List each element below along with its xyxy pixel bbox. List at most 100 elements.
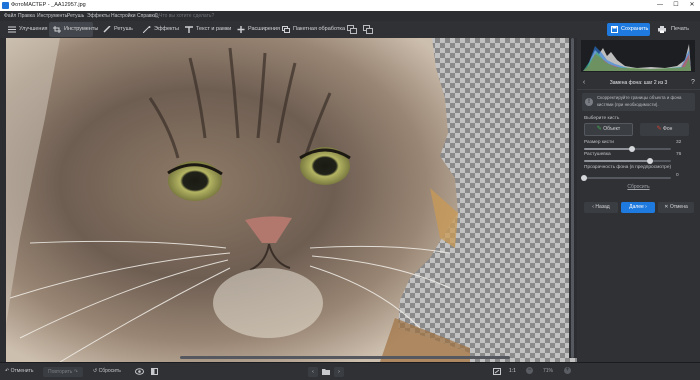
- slider-knob[interactable]: [628, 146, 635, 152]
- title-bar: ФотоМАСТЕР - _AA12957.jpg — ☐ ✕: [0, 0, 700, 11]
- vertical-scrollbar[interactable]: [569, 38, 577, 358]
- brush-size-slider[interactable]: [584, 146, 671, 152]
- tab-label: Эффекты: [154, 26, 180, 32]
- search-input[interactable]: Что вы хотите сделать?: [159, 11, 214, 21]
- canvas-left-edge: [0, 38, 6, 362]
- tab-effects[interactable]: Эффекты: [139, 22, 180, 37]
- cancel-button[interactable]: ✕ Отмена: [658, 202, 694, 213]
- brush-size-label: Размер кисти: [584, 140, 614, 145]
- split-view-icon[interactable]: [151, 368, 158, 375]
- print-button[interactable]: Печать: [655, 23, 695, 36]
- menu-settings[interactable]: Настройки: [111, 11, 136, 21]
- menu-tools[interactable]: Инструменты: [37, 11, 68, 21]
- crop-icon: [53, 26, 61, 33]
- minimize-button[interactable]: —: [652, 0, 668, 11]
- print-label: Печать: [671, 26, 690, 32]
- bg-opacity-value: 0: [676, 173, 679, 178]
- next-button[interactable]: Далее ›: [621, 202, 655, 213]
- feather-value: 76: [676, 152, 682, 157]
- maximize-button[interactable]: ☐: [668, 0, 684, 11]
- fit-screen-icon[interactable]: [493, 368, 501, 375]
- back-button[interactable]: ‹ Назад: [584, 202, 618, 213]
- panel-title: Замена фона: шаг 2 из 3: [577, 77, 700, 90]
- bg-opacity-label: Прозрачность фона (в предпросмотре): [584, 165, 672, 170]
- brush-size-value: 32: [676, 140, 682, 145]
- slider-fill: [584, 160, 651, 162]
- batch-icon: [282, 26, 290, 33]
- window-title: ФотоМАСТЕР - _AA12957.jpg: [11, 2, 86, 8]
- slider-fill: [584, 148, 632, 150]
- zoom-in-button[interactable]: +: [564, 367, 571, 374]
- tab-text-frames[interactable]: Текст и рамки: [181, 22, 231, 37]
- tab-batch[interactable]: Пакетная обработка: [278, 22, 345, 37]
- tab-tools[interactable]: Инструменты: [49, 22, 98, 37]
- tab-label: Инструменты: [64, 26, 99, 32]
- floppy-icon: [611, 26, 618, 33]
- undo-button[interactable]: ↶ Отменить: [5, 363, 33, 380]
- close-window-button[interactable]: ✕: [684, 0, 700, 11]
- text-icon: [185, 26, 193, 33]
- undo-label: Отменить: [10, 368, 34, 374]
- save-label: Сохранить: [621, 26, 649, 32]
- hint-box: ! Скорректируйте границы объекта и фона …: [582, 93, 695, 111]
- background-brush-button[interactable]: ✎ Фон: [640, 123, 689, 136]
- zoom-value: 71%: [543, 368, 554, 374]
- redo-icon: ↷: [72, 369, 78, 375]
- histogram: [581, 40, 695, 72]
- next-label: Далее: [629, 204, 644, 210]
- cancel-label: Отмена: [669, 204, 688, 210]
- tab-extensions[interactable]: Расширения: [233, 22, 280, 37]
- app-icon: [2, 2, 9, 9]
- cat-photo: [0, 38, 470, 362]
- photo-canvas[interactable]: [0, 38, 577, 362]
- menu-bar: Файл Правка Инструменты Ретушь Эффекты Н…: [0, 11, 700, 21]
- menu-file[interactable]: Файл: [4, 11, 16, 21]
- redo-button[interactable]: Повторить ↷: [43, 367, 83, 377]
- next-arrow-icon: ›: [643, 204, 647, 210]
- next-photo-button[interactable]: ›: [334, 367, 344, 377]
- object-brush-icon: ✎: [596, 126, 602, 132]
- histogram-graph: [583, 44, 691, 71]
- slider-knob[interactable]: [581, 175, 587, 181]
- compare-icon[interactable]: [347, 25, 357, 34]
- vertical-scroll-thumb[interactable]: [571, 38, 574, 358]
- reset-brushes-link[interactable]: Сбросить: [577, 184, 700, 190]
- actual-size-button[interactable]: 1:1: [509, 363, 516, 380]
- background-brush-label: Фон: [663, 126, 673, 132]
- gallery-icon[interactable]: [363, 25, 373, 34]
- sliders-icon: [8, 26, 16, 33]
- folder-icon[interactable]: [322, 368, 330, 375]
- menu-edit[interactable]: Правка: [18, 11, 35, 21]
- back-label: Назад: [595, 204, 610, 210]
- menu-effects[interactable]: Эффекты: [87, 11, 110, 21]
- eye-icon[interactable]: [135, 368, 144, 375]
- horizontal-scrollbar[interactable]: [180, 356, 510, 359]
- feather-slider[interactable]: [584, 158, 671, 164]
- tab-retouch[interactable]: Ретушь: [99, 22, 133, 37]
- hint-text: Скорректируйте границы объекта и фона ки…: [597, 95, 682, 107]
- zoom-out-button[interactable]: −: [526, 367, 533, 374]
- reset-label: Сбросить: [98, 368, 121, 374]
- tab-enhancements[interactable]: Улучшения: [4, 22, 48, 37]
- object-brush-label: Объект: [603, 126, 621, 132]
- tab-label: Ретушь: [114, 26, 133, 32]
- brush-icon: [103, 26, 111, 33]
- info-icon: !: [585, 98, 593, 106]
- tab-label: Пакетная обработка: [293, 26, 345, 32]
- bg-opacity-slider[interactable]: [581, 175, 671, 181]
- prev-photo-button[interactable]: ‹: [308, 367, 318, 377]
- feather-label: Растушевка: [584, 152, 611, 157]
- menu-retouch[interactable]: Ретушь: [67, 11, 84, 21]
- magic-wand-icon: [143, 26, 151, 33]
- status-bar: ↶ Отменить Повторить ↷ ↺ Сбросить ‹ › 1:…: [0, 362, 700, 380]
- save-button[interactable]: Сохранить: [607, 23, 650, 36]
- reset-button[interactable]: ↺ Сбросить: [93, 363, 121, 380]
- redo-label: Повторить: [48, 369, 73, 375]
- tab-label: Расширения: [248, 26, 280, 32]
- main-toolbar: Улучшения Инструменты Ретушь Эффекты Тек…: [0, 21, 700, 39]
- object-brush-button[interactable]: ✎ Объект: [584, 123, 633, 136]
- plus-icon: [237, 26, 245, 33]
- panel-help-icon[interactable]: ?: [688, 77, 698, 89]
- brush-section-label: Выберите кисть: [584, 116, 620, 121]
- background-brush-icon: ✎: [656, 126, 662, 132]
